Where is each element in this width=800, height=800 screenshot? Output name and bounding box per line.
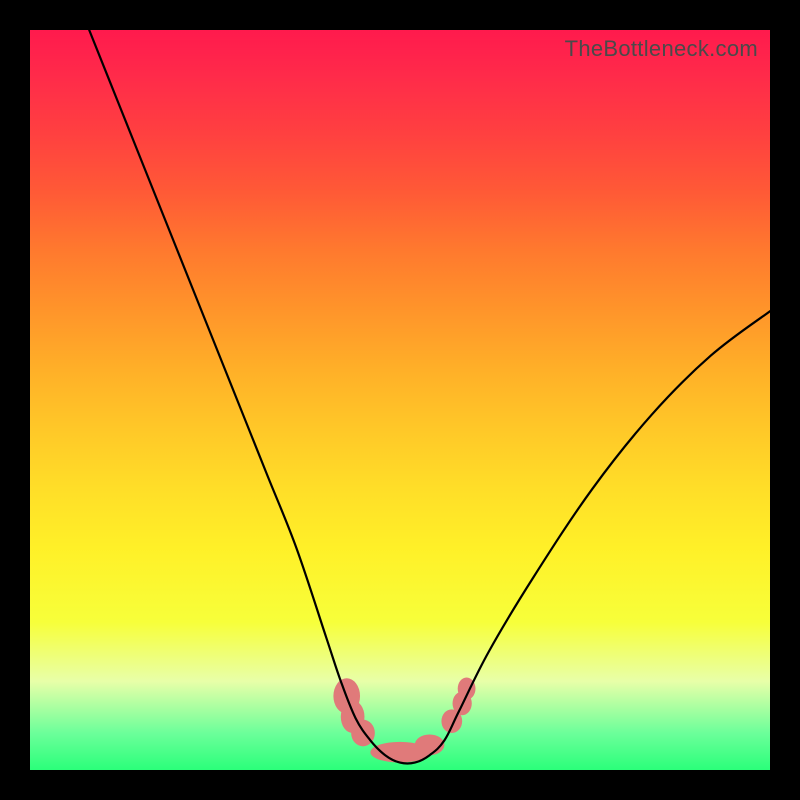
plot-area: TheBottleneck.com: [30, 30, 770, 770]
curve-layer: [30, 30, 770, 770]
chart-frame: TheBottleneck.com: [0, 0, 800, 800]
bottleneck-curve: [89, 30, 770, 764]
